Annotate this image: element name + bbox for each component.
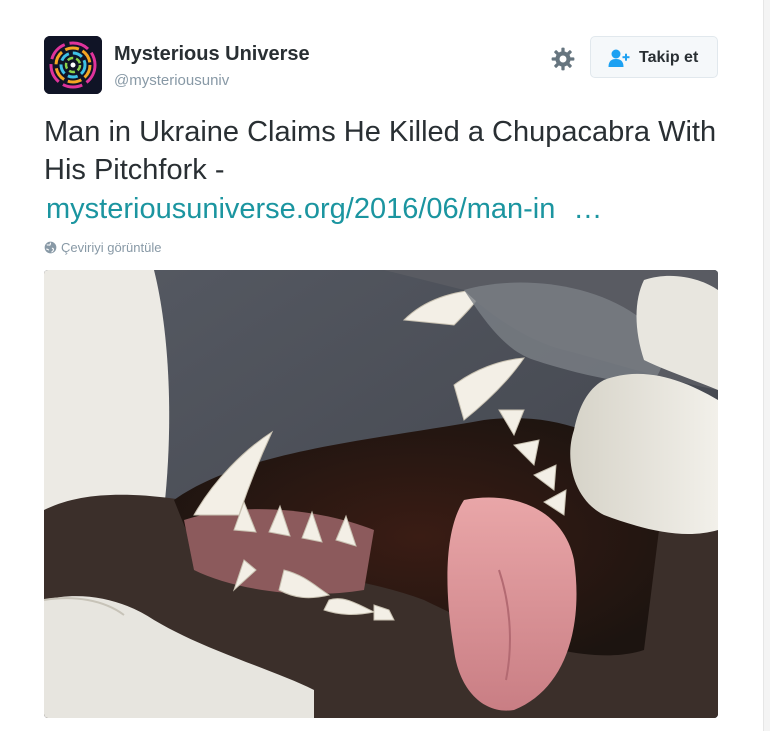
tweet-text: Man in Ukraine Claims He Killed a Chupac… [44,116,717,186]
tweet-link[interactable]: mysteriousuniverse.org/2016/06/man-in … [46,190,602,228]
user-name[interactable]: Mysterious Universe [114,43,310,66]
follow-button[interactable]: Takip et [590,36,718,78]
translate-link[interactable]: Çeviriyi görüntüle [44,240,161,255]
gear-icon[interactable] [550,46,576,72]
globe-icon [44,241,57,254]
add-user-icon [608,48,630,68]
tweet-photo[interactable] [44,270,718,718]
tweet-page: Mysterious Universe @mysteriousuniv Taki… [0,0,770,731]
avatar[interactable] [44,36,102,94]
user-handle[interactable]: @mysteriousuniv [114,72,229,89]
concentric-rings-logo-icon [44,36,102,94]
tweet-link-text: mysteriousuniverse.org/2016/06/man-in [46,193,556,225]
tweet-header: Mysterious Universe @mysteriousuniv Taki… [44,36,720,96]
translate-label: Çeviriyi görüntüle [61,240,162,255]
scrollbar[interactable] [763,0,770,731]
tweet-link-ellipsis: … [573,193,603,225]
follow-button-label: Takip et [639,49,699,66]
